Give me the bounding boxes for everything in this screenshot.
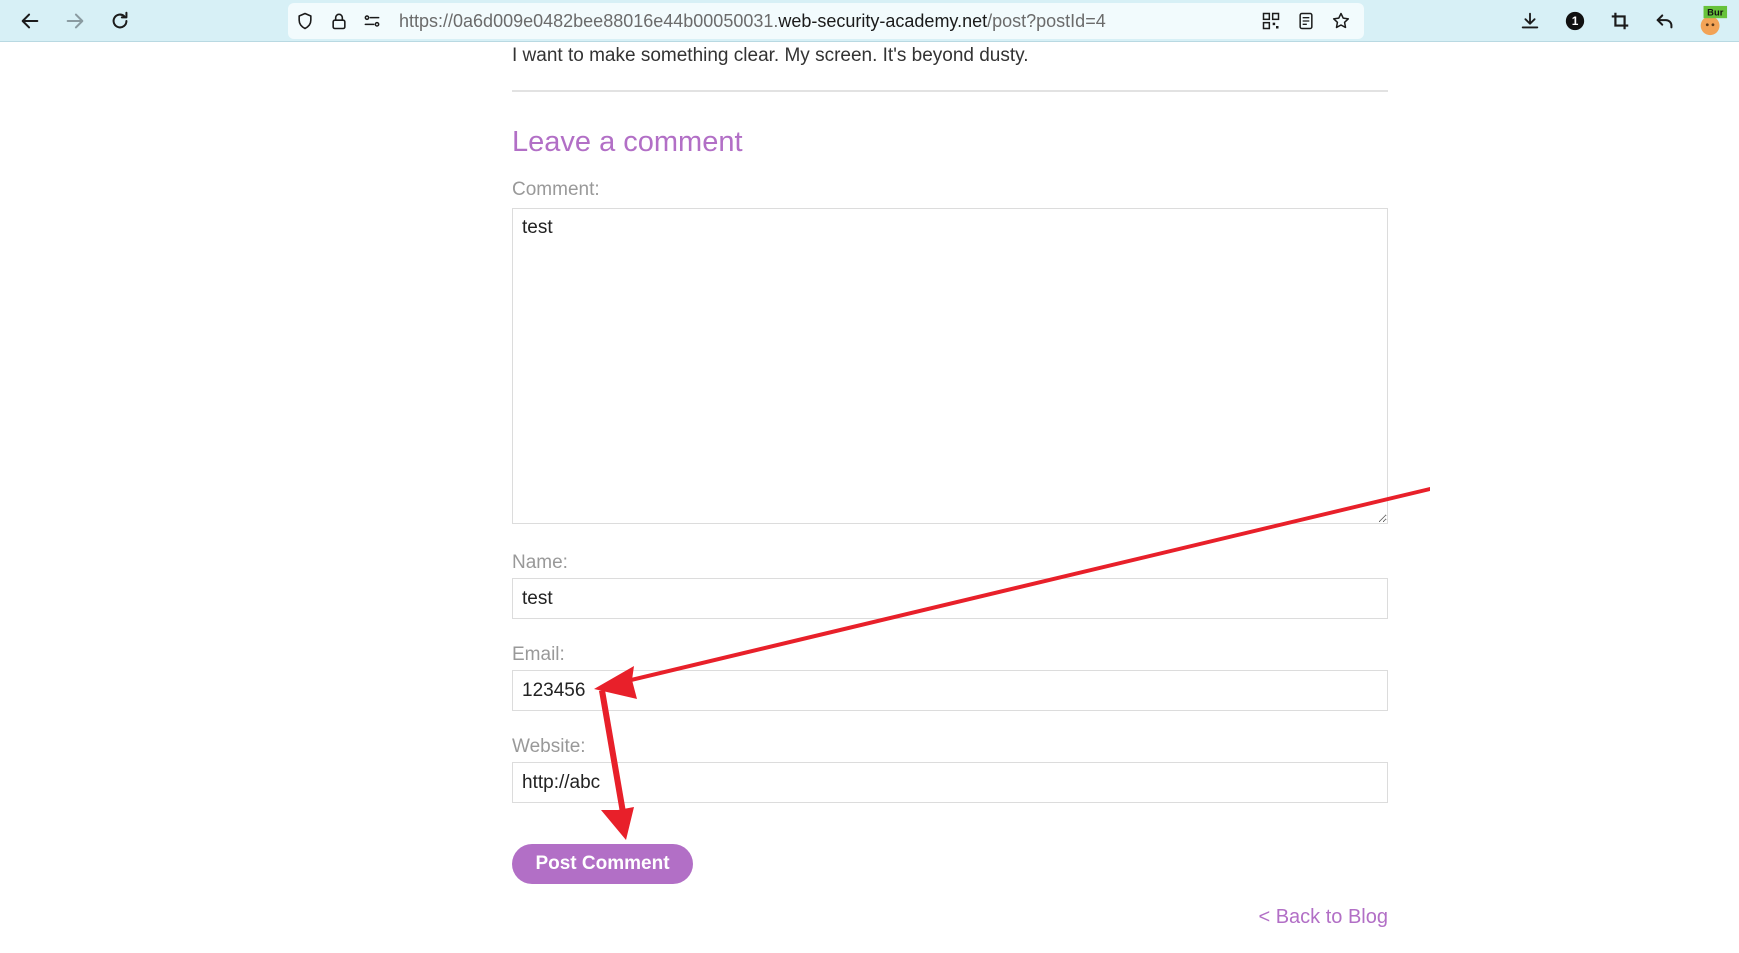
qr-code-icon[interactable] <box>1260 10 1282 32</box>
url-path: /post?postId=4 <box>987 11 1106 31</box>
website-input[interactable] <box>512 762 1388 803</box>
extension-badge: Bur <box>1707 6 1724 17</box>
lock-icon[interactable] <box>328 10 350 32</box>
website-label: Website: <box>512 736 586 757</box>
back-to-blog-link[interactable]: < Back to Blog <box>1258 906 1388 929</box>
shield-icon[interactable] <box>294 10 316 32</box>
email-label: Email: <box>512 644 565 665</box>
email-input[interactable] <box>512 670 1388 711</box>
url-prefix: https://0a6d009e0482bee88016e44b00050031… <box>399 11 779 31</box>
url-host: web-security-academy.net <box>778 11 988 31</box>
back-arrow-icon[interactable] <box>13 4 47 38</box>
post-comment-button[interactable]: Post Comment <box>512 844 693 884</box>
comment-textarea[interactable]: test <box>512 208 1388 524</box>
browser-toolbar: https://0a6d009e0482bee88016e44b00050031… <box>0 0 1739 42</box>
divider <box>512 90 1388 92</box>
comment-label: Comment: <box>512 179 600 200</box>
address-bar[interactable]: https://0a6d009e0482bee88016e44b00050031… <box>288 3 1364 39</box>
notification-icon[interactable]: 1 <box>1558 4 1592 38</box>
reload-icon[interactable] <box>103 4 137 38</box>
name-label: Name: <box>512 552 568 573</box>
download-icon[interactable] <box>1513 4 1547 38</box>
comment-form-heading: Leave a comment <box>512 126 743 158</box>
bookmark-star-icon[interactable] <box>1330 10 1352 32</box>
burp-extension-icon[interactable]: Bur <box>1692 4 1732 38</box>
url-text[interactable]: https://0a6d009e0482bee88016e44b00050031… <box>399 11 1106 32</box>
permissions-icon[interactable] <box>361 10 383 32</box>
notification-count: 1 <box>1572 14 1579 28</box>
forward-arrow-icon[interactable] <box>58 4 92 38</box>
post-last-line: I want to make something clear. My scree… <box>512 45 1029 66</box>
crop-icon[interactable] <box>1603 4 1637 38</box>
name-input[interactable] <box>512 578 1388 619</box>
reader-view-icon[interactable] <box>1295 10 1317 32</box>
undo-icon[interactable] <box>1648 4 1682 38</box>
